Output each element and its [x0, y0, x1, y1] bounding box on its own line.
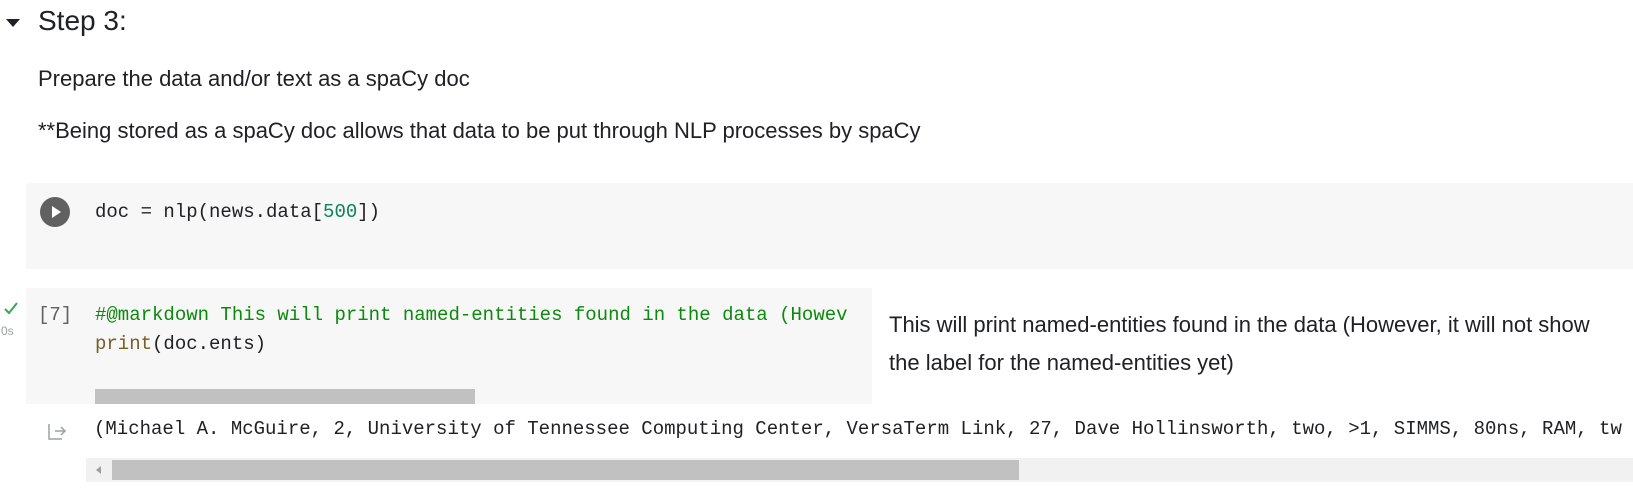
code-text: doc = nlp(news.data[ [95, 201, 324, 223]
markdown-line-2: **Being stored as a spaCy doc allows tha… [38, 118, 921, 143]
section-header: Step 3: [0, 0, 400, 46]
section-title: Step 3: [38, 5, 127, 36]
code-number: 500 [323, 201, 358, 223]
execution-count[interactable]: [7] [38, 304, 72, 326]
code-builtin: print [95, 333, 153, 355]
output-arrow-icon[interactable] [46, 420, 68, 442]
code-cell-2[interactable]: [7] #@markdown This will print named-ent… [26, 288, 872, 404]
code-editor-line[interactable]: doc = nlp(news.data[500]) [95, 201, 380, 223]
code-text: ]) [357, 201, 381, 223]
triangle-down-icon[interactable] [4, 17, 22, 29]
form-markdown-text: This will print named-entities found in … [889, 312, 1590, 375]
code-comment-line[interactable]: #@markdown This will print named-entitie… [95, 304, 848, 326]
scrollbar-thumb[interactable] [112, 460, 1019, 480]
scroll-left-arrow-icon[interactable] [94, 465, 104, 475]
check-icon [4, 302, 18, 315]
code-cell-1[interactable]: doc = nlp(news.data[500]) [26, 183, 1633, 269]
play-icon[interactable] [40, 197, 70, 227]
markdown-line-1: Prepare the data and/or text as a spaCy … [38, 66, 470, 91]
execution-time: 0s [1, 324, 14, 338]
code-text: (doc.ents) [152, 333, 267, 355]
cell-output: (Michael A. McGuire, 2, University of Te… [94, 418, 1622, 440]
code-editor-line[interactable]: print(doc.ents) [95, 333, 266, 355]
code-horizontal-scrollbar[interactable] [95, 389, 475, 404]
cell-status: 0s [0, 300, 24, 340]
output-horizontal-scrollbar[interactable] [86, 458, 1633, 482]
